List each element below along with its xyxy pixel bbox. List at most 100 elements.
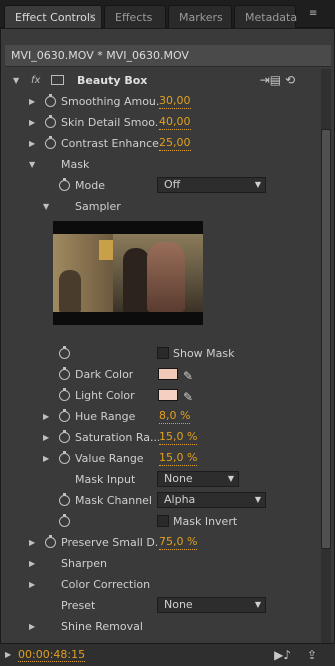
mask-channel-dropdown[interactable]: Alpha ▼ [157, 492, 266, 508]
param-row-mode: Mode Off ▼ [5, 175, 317, 196]
dark-color-swatch[interactable] [158, 368, 178, 380]
stopwatch-icon[interactable] [59, 409, 70, 422]
collapse-triangle-icon[interactable]: ▼ [43, 196, 49, 217]
param-label-mask: Mask [61, 158, 90, 171]
close-icon[interactable]: × [88, 6, 96, 29]
panel-menu-icon[interactable]: ≡ [309, 8, 329, 24]
stopwatch-icon[interactable] [59, 367, 70, 380]
expand-triangle-icon[interactable]: ▶ [43, 427, 49, 448]
stopwatch-icon[interactable] [45, 94, 56, 107]
param-row-skin-detail: ▶ Skin Detail Smoo... 40,00 [5, 112, 317, 133]
expand-triangle-icon[interactable]: ▶ [29, 616, 35, 637]
preview-icon [99, 240, 113, 260]
param-group-shine-removal[interactable]: ▶ Shine Removal [5, 616, 317, 637]
tab-metadata[interactable]: Metadata [234, 5, 297, 28]
stopwatch-icon[interactable] [59, 430, 70, 443]
stopwatch-icon[interactable] [59, 346, 70, 359]
mask-invert-checkbox[interactable] [157, 515, 169, 527]
param-value-saturation-range[interactable]: 15,0 % [159, 429, 198, 445]
param-value-preserve-small[interactable]: 75,0 % [159, 534, 198, 550]
mode-dropdown[interactable]: Off ▼ [157, 177, 266, 193]
param-value-hue-range[interactable]: 8,0 % [159, 408, 191, 424]
stopwatch-icon[interactable] [59, 388, 70, 401]
stopwatch-icon[interactable] [45, 136, 56, 149]
expand-triangle-icon[interactable]: ▶ [29, 91, 35, 112]
reset-icon[interactable]: ⇥▤ ⟲ [260, 70, 295, 91]
mask-channel-dropdown-value: Alpha [164, 493, 196, 506]
param-value-skin-detail[interactable]: 40,00 [159, 114, 191, 130]
timecode[interactable]: 00:00:48:15 [18, 648, 86, 662]
param-row-mask-input: Mask Input None ▼ [5, 469, 317, 490]
tab-effect-controls-label: Effect Controls [15, 11, 96, 24]
eyedropper-icon[interactable]: ✎ [183, 387, 193, 408]
expand-triangle-icon[interactable]: ▶ [29, 112, 35, 133]
param-label-mode: Mode [75, 179, 105, 192]
show-mask-label: Show Mask [173, 347, 235, 360]
mode-dropdown-value: Off [164, 178, 181, 191]
param-value-contrast[interactable]: 25,00 [159, 135, 191, 151]
param-label-saturation-range: Saturation Ra... [75, 431, 159, 444]
sampler-preview-image[interactable] [53, 221, 203, 325]
stopwatch-icon[interactable] [59, 493, 70, 506]
play-audio-icon[interactable]: ▶♪ [274, 648, 291, 662]
param-label-preset: Preset [61, 599, 96, 612]
preset-dropdown[interactable]: None ▼ [157, 597, 266, 613]
scrollbar-thumb[interactable] [321, 129, 331, 549]
eyedropper-icon[interactable]: ✎ [183, 366, 193, 387]
clip-title: MVI_0630.MOV * MVI_0630.MOV [5, 45, 331, 67]
collapse-triangle-icon[interactable]: ▼ [29, 154, 35, 175]
param-group-mask[interactable]: ▼ Mask [5, 154, 317, 175]
param-row-hue-range: ▶ Hue Range 8,0 % [5, 406, 317, 427]
expand-triangle-icon[interactable]: ▶ [43, 448, 49, 469]
light-color-swatch[interactable] [158, 389, 178, 401]
chevron-down-icon: ▼ [254, 180, 261, 189]
transform-icon [51, 75, 64, 85]
expand-triangle-icon[interactable]: ▶ [29, 553, 35, 574]
param-group-sampler[interactable]: ▼ Sampler [5, 196, 317, 217]
panel-footer: ▶ 00:00:48:15 ▶♪ ⇪ [0, 643, 335, 666]
collapse-triangle-icon[interactable]: ▼ [13, 70, 19, 91]
param-row-preserve-small: ▶ Preserve Small D... 75,0 % [5, 532, 317, 553]
param-label-dark-color: Dark Color [75, 368, 134, 381]
stopwatch-icon[interactable] [59, 514, 70, 527]
param-row-value-range: ▶ Value Range 15,0 % [5, 448, 317, 469]
param-row-mask-invert: Mask Invert [5, 511, 317, 532]
param-label-shine-removal: Shine Removal [61, 620, 143, 633]
panel-tab-bar: Effect Controls × Effects Markers Metada… [0, 0, 335, 28]
show-mask-checkbox[interactable] [157, 347, 169, 359]
param-label-smoothing: Smoothing Amou... [61, 95, 159, 108]
mask-input-dropdown[interactable]: None ▼ [157, 471, 239, 487]
stopwatch-icon[interactable] [45, 535, 56, 548]
stopwatch-icon[interactable] [59, 451, 70, 464]
effect-header-row[interactable]: ▼ fx Beauty Box ⇥▤ ⟲ [5, 70, 317, 91]
expand-triangle-icon[interactable]: ▶ [29, 133, 35, 154]
tab-markers[interactable]: Markers [168, 5, 232, 28]
export-icon[interactable]: ⇪ [307, 648, 317, 662]
param-group-sharpen[interactable]: ▶ Sharpen [5, 553, 317, 574]
param-label-preserve-small: Preserve Small D... [61, 536, 159, 549]
expand-triangle-icon[interactable]: ▶ [29, 532, 35, 553]
fx-icon[interactable]: fx [31, 70, 40, 91]
tab-markers-label: Markers [179, 11, 223, 24]
param-label-mask-input: Mask Input [75, 473, 136, 486]
mask-invert-label: Mask Invert [173, 515, 238, 528]
stopwatch-icon[interactable] [59, 178, 70, 191]
param-row-mask-channel: Mask Channel Alpha ▼ [5, 490, 317, 511]
stopwatch-icon[interactable] [45, 115, 56, 128]
footer-triangle-icon[interactable]: ▶ [5, 650, 11, 659]
param-row-dark-color: Dark Color ✎ [5, 364, 317, 385]
tab-effect-controls[interactable]: Effect Controls × [4, 5, 102, 28]
param-group-color-correction[interactable]: ▶ Color Correction [5, 574, 317, 595]
param-label-hue-range: Hue Range [75, 410, 136, 423]
param-row-preset: Preset None ▼ [5, 595, 317, 616]
effect-name: Beauty Box [77, 74, 148, 87]
param-label-sharpen: Sharpen [61, 557, 107, 570]
tab-effects[interactable]: Effects [104, 5, 166, 28]
param-label-sampler: Sampler [75, 200, 121, 213]
param-row-light-color: Light Color ✎ [5, 385, 317, 406]
expand-triangle-icon[interactable]: ▶ [43, 406, 49, 427]
tab-effects-label: Effects [115, 11, 153, 24]
expand-triangle-icon[interactable]: ▶ [29, 574, 35, 595]
param-value-smoothing[interactable]: 30,00 [159, 93, 191, 109]
param-value-value-range[interactable]: 15,0 % [159, 450, 198, 466]
